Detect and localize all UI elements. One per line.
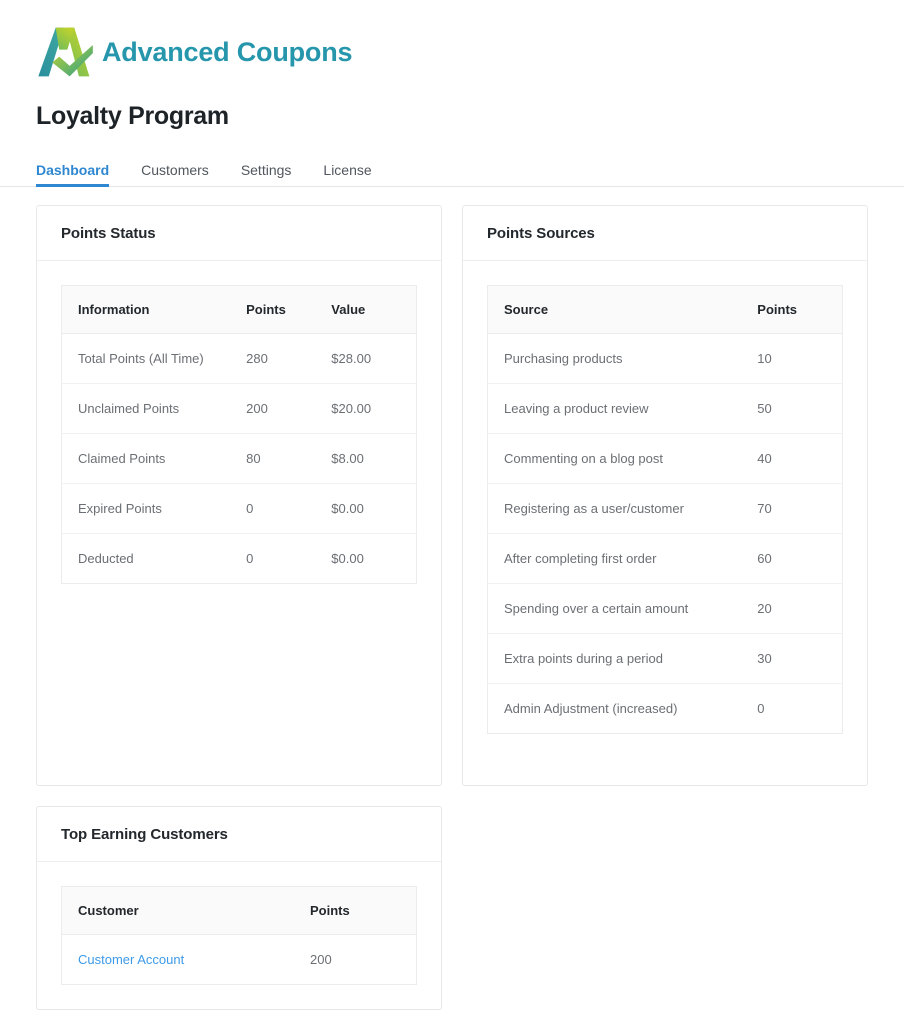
tab-settings[interactable]: Settings (225, 163, 308, 186)
points-status-table-head: Information Points Value (61, 285, 417, 334)
cards-row-bottom: Top Earning Customers Customer Points Cu… (36, 806, 868, 1010)
tab-bar: Dashboard Customers Settings License (0, 155, 904, 187)
col-customer: Customer (61, 886, 310, 935)
cell-information: Claimed Points (61, 433, 247, 484)
points-sources-table: Source Points Purchasing products 10 Lea… (487, 285, 843, 734)
table-row: After completing first order 60 (487, 533, 843, 584)
card-top-earning-customers: Top Earning Customers Customer Points Cu… (36, 806, 442, 1010)
col-value: Value (331, 285, 417, 334)
top-earning-table-body: Customer Account 200 (62, 935, 417, 985)
cell-points: 10 (757, 333, 843, 384)
col-points: Points (757, 285, 843, 334)
cell-source: Spending over a certain amount (487, 583, 758, 634)
points-sources-table-body: Purchasing products 10 Leaving a product… (487, 333, 843, 734)
card-points-status-title: Points Status (61, 225, 156, 242)
card-points-status: Points Status Information Points Value T… (36, 205, 442, 786)
table-row: Unclaimed Points 200 $20.00 (61, 383, 417, 434)
card-points-status-header: Points Status (37, 206, 441, 261)
table-row: Customer Account 200 (62, 935, 417, 985)
page-title: Loyalty Program (36, 102, 229, 130)
card-top-earning-title: Top Earning Customers (61, 826, 228, 843)
points-status-table: Information Points Value Total Points (A… (61, 285, 417, 584)
cell-points: 200 (310, 952, 332, 967)
cell-information: Total Points (All Time) (61, 333, 247, 384)
cell-value: $0.00 (331, 483, 417, 534)
card-points-sources-header: Points Sources (463, 206, 867, 261)
cell-value: $28.00 (331, 333, 417, 384)
cell-points: 30 (757, 633, 843, 684)
col-source: Source (487, 285, 758, 334)
brand-header: Advanced Coupons (0, 0, 904, 86)
brand-wordmark: Advanced Coupons (102, 36, 353, 67)
advanced-coupons-logo-icon (38, 27, 93, 77)
table-row: Expired Points 0 $0.00 (61, 483, 417, 534)
table-row: Purchasing products 10 (487, 333, 843, 384)
card-points-sources-body: Source Points Purchasing products 10 Lea… (463, 261, 867, 758)
dashboard-grid: Points Status Information Points Value T… (0, 205, 904, 1010)
cell-points: 280 (246, 333, 332, 384)
cell-points: 50 (757, 383, 843, 434)
col-points: Points (310, 886, 417, 935)
tab-license[interactable]: License (307, 163, 387, 186)
cell-source: Extra points during a period (487, 633, 758, 684)
col-points: Points (246, 285, 332, 334)
cell-source: Purchasing products (487, 333, 758, 384)
table-row: Commenting on a blog post 40 (487, 433, 843, 484)
top-earning-table-head: Customer Points (61, 886, 417, 935)
cell-points: 0 (757, 701, 765, 716)
table-header-row: Information Points Value (61, 285, 417, 334)
table-row: Total Points (All Time) 280 $28.00 (61, 333, 417, 384)
cell-information: Expired Points (61, 483, 247, 534)
table-row: Registering as a user/customer 70 (487, 483, 843, 534)
table-row: Deducted 0 $0.00 (62, 534, 417, 584)
cell-source: Commenting on a blog post (487, 433, 758, 484)
table-row: Leaving a product review 50 (487, 383, 843, 434)
cell-points: 70 (757, 483, 843, 534)
cell-value: $20.00 (331, 383, 417, 434)
cell-points: 0 (246, 551, 254, 566)
customer-account-link[interactable]: Customer Account (78, 952, 184, 967)
cell-points: 80 (246, 433, 332, 484)
points-sources-table-head: Source Points (487, 285, 843, 334)
table-row: Extra points during a period 30 (487, 633, 843, 684)
cell-source: After completing first order (487, 533, 758, 584)
table-row: Claimed Points 80 $8.00 (61, 433, 417, 484)
card-top-earning-body: Customer Points Customer Account 200 (37, 862, 441, 1009)
cards-row-top: Points Status Information Points Value T… (36, 205, 868, 786)
cell-value: $8.00 (331, 433, 417, 484)
col-information: Information (61, 285, 247, 334)
table-row: Spending over a certain amount 20 (487, 583, 843, 634)
cell-points: 60 (757, 533, 843, 584)
table-row: Admin Adjustment (increased) 0 (488, 684, 843, 734)
card-points-sources: Points Sources Source Points Purchasing (462, 205, 868, 786)
card-top-earning-header: Top Earning Customers (37, 807, 441, 862)
tab-dashboard[interactable]: Dashboard (36, 163, 125, 187)
table-header-row: Source Points (487, 285, 843, 334)
cell-customer: Customer Account (62, 935, 311, 985)
cell-information: Unclaimed Points (61, 383, 247, 434)
cell-points: 200 (246, 383, 332, 434)
cell-points: 20 (757, 583, 843, 634)
cell-points: 40 (757, 433, 843, 484)
tab-customers[interactable]: Customers (125, 163, 225, 186)
card-points-status-body: Information Points Value Total Points (A… (37, 261, 441, 608)
cell-information: Deducted (78, 551, 134, 566)
card-points-sources-title: Points Sources (487, 225, 595, 242)
top-earning-customers-table: Customer Points Customer Account 200 (61, 886, 417, 985)
cell-source: Admin Adjustment (increased) (504, 701, 678, 716)
cell-source: Leaving a product review (487, 383, 758, 434)
cell-points: 0 (246, 483, 332, 534)
loyalty-program-page: Advanced Coupons Loyalty Program Dashboa… (0, 0, 904, 1024)
cell-value: $0.00 (331, 551, 364, 566)
table-header-row: Customer Points (61, 886, 417, 935)
cell-source: Registering as a user/customer (487, 483, 758, 534)
points-status-table-body: Total Points (All Time) 280 $28.00 Uncla… (61, 333, 417, 584)
